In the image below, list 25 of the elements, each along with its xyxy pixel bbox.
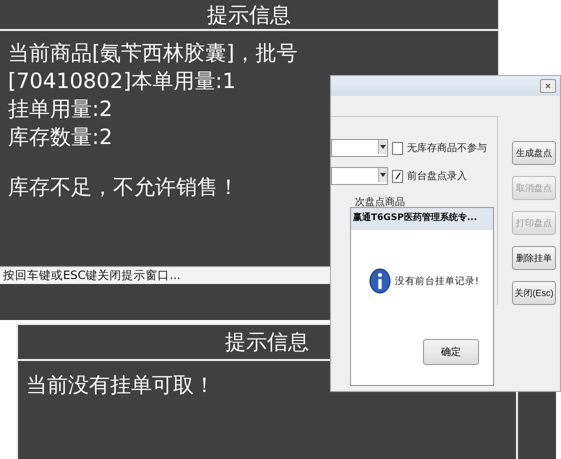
field-label: 次盘点商品 — [355, 196, 406, 209]
caret-icon — [380, 173, 386, 177]
message-line: [70410802]本单用量:1 — [8, 68, 236, 95]
close-icon[interactable] — [540, 79, 556, 93]
dialog-title: 赢通T6GSP医药管理系统专... — [351, 208, 493, 230]
checkbox-label: 前台盘点录入 — [407, 170, 467, 183]
warning-text: 库存不足，不允许销售！ — [8, 174, 239, 201]
message-text: 当前没有挂单可取！ — [26, 373, 215, 397]
dropdown-field[interactable] — [331, 167, 388, 185]
checkbox-label: 无库存商品不参与 — [407, 142, 487, 155]
checkbox[interactable] — [392, 142, 403, 154]
action-button[interactable]: 删除挂单 — [512, 246, 556, 270]
checkbox[interactable] — [392, 170, 403, 182]
action-button[interactable]: 生成盘点 — [512, 141, 556, 165]
panel-title: 提示信息 — [207, 2, 291, 28]
action-button[interactable]: 关闭(Esc) — [512, 281, 556, 305]
info-icon — [369, 268, 391, 294]
caret-icon — [380, 145, 386, 149]
panel-title: 提示信息 — [225, 329, 309, 356]
ok-button[interactable]: 确定 — [423, 339, 479, 365]
check-mark-icon — [394, 172, 400, 180]
message-line: 库存数量:2 — [8, 124, 112, 151]
message-line: 当前商品[氨苄西林胶囊]，批号 — [8, 40, 298, 67]
dropdown-field[interactable] — [331, 139, 388, 157]
message-line: 挂单用量:2 — [8, 96, 112, 123]
